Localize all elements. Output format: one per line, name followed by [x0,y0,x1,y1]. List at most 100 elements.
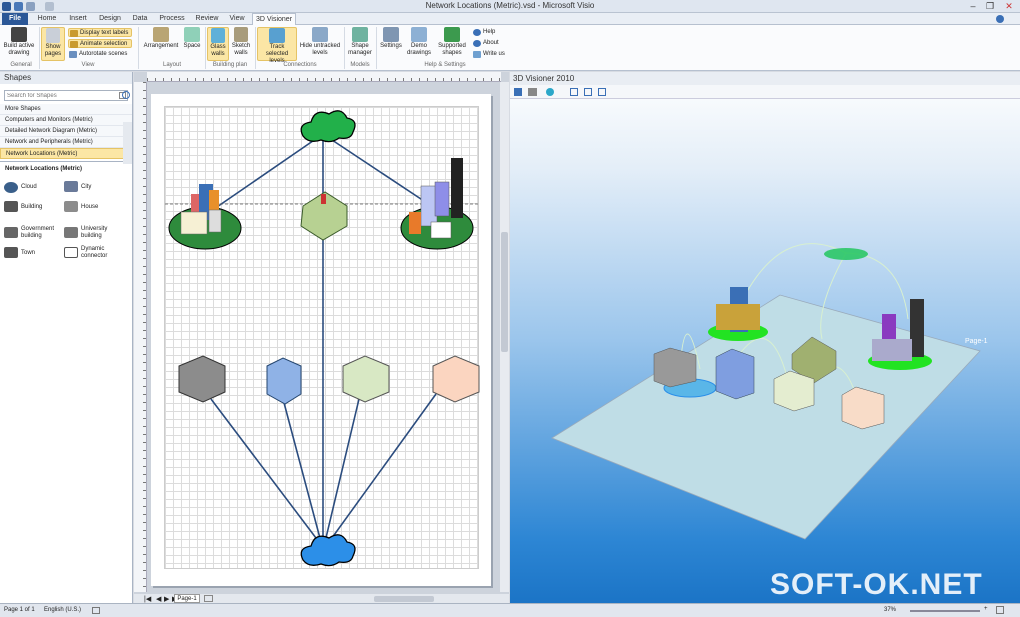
zoom-icon[interactable] [584,88,592,96]
town-left-shape[interactable] [168,184,242,250]
tab-design[interactable]: Design [94,13,126,25]
arrangement-button[interactable]: Arrangement [141,27,181,50]
sketch-walls-label: Sketch walls [231,43,251,56]
government-building-shape[interactable] [342,355,390,403]
close-icon[interactable]: ✕ [1002,0,1016,12]
tab-review[interactable]: Review [192,13,222,25]
3d-cloud-green[interactable] [824,248,868,260]
tab-file[interactable]: File [2,13,28,25]
settings-button[interactable]: Settings [378,27,404,50]
zoom-slider[interactable] [910,610,980,612]
master-dynamic-connector[interactable]: Dynamic connector [64,246,126,262]
group-building-plan-label: Building plan [212,62,248,68]
3d-town-buildings[interactable] [716,304,760,330]
building-gray-shape[interactable] [178,355,226,403]
master-building[interactable]: Building [4,201,62,215]
connector-line[interactable] [322,133,437,210]
master-town[interactable]: Town [4,247,62,261]
scroll-thumb[interactable] [501,232,508,352]
rotate-view-icon[interactable] [598,88,606,96]
zoom-level[interactable]: 37% [884,607,896,613]
cloud-top-shape[interactable] [300,110,356,143]
3d-connector-arc [845,252,909,320]
language-indicator[interactable]: English (U.S.) [44,607,81,613]
macro-icon[interactable] [92,607,100,614]
glass-walls-button[interactable]: Glass walls [207,27,229,61]
3d-scene[interactable]: Page-1 [510,99,1020,603]
track-selected-levels-button[interactable]: Track selected levels [257,27,297,64]
about-button[interactable]: About [472,39,508,48]
master-house[interactable]: House [64,201,124,215]
stencil-computers-monitors[interactable]: Computers and Monitors (Metric) [0,115,132,126]
master-government-building[interactable]: Government building [4,226,64,242]
page-nav-prev-icon[interactable]: ◀ [156,595,161,603]
minimize-icon[interactable]: – [966,0,980,12]
horizontal-scroll-thumb[interactable] [374,596,434,602]
tab-view[interactable]: View [224,13,250,25]
render-icon[interactable] [546,88,554,96]
insert-page-icon[interactable] [204,595,213,602]
shape-search-box[interactable] [4,90,128,101]
fit-page-icon[interactable] [996,606,1004,614]
display-text-labels-button[interactable]: Display text labels [68,28,132,37]
animate-selection-button[interactable]: Animate selection [68,39,132,48]
master-university-building[interactable]: University building [64,226,126,242]
restore-icon[interactable]: ❐ [983,0,997,12]
3d-building-gray[interactable] [653,347,697,388]
tab-data[interactable]: Data [128,13,152,25]
supported-shapes-label: Supported shapes [438,43,466,56]
cloud-bottom-shape[interactable] [300,534,356,567]
fit-view-icon[interactable] [570,88,578,96]
3d-viewer-panel[interactable]: 3D Visioner 2010 Page-1 SOFT-OK.NET [510,72,1020,603]
3d-government-building[interactable] [773,370,815,412]
save-image-icon[interactable] [514,88,522,96]
autorotate-scenes-button[interactable]: Autorotate scenes [68,50,134,59]
3d-city-buildings[interactable] [872,339,912,361]
help-icon[interactable] [996,15,1004,23]
space-button[interactable]: Space [182,27,202,50]
search-icon[interactable] [122,91,130,99]
search-input[interactable] [5,91,105,100]
build-active-drawing-button[interactable]: Build active drawing [2,27,36,57]
help-button[interactable]: Help [472,28,508,37]
house-shape[interactable] [300,191,348,241]
show-pages-button[interactable]: Show pages [41,27,65,61]
tab-process[interactable]: Process [154,13,190,25]
page-nav-next-icon[interactable]: ▶ [164,595,169,603]
master-cloud[interactable]: Cloud [4,181,62,195]
hide-untracked-levels-button[interactable]: Hide untracked levels [299,27,341,57]
window-title: Network Locations (Metric).vsd - Microso… [425,1,595,10]
sketch-walls-button[interactable]: Sketch walls [230,27,252,57]
tab-home[interactable]: Home [32,13,62,25]
city-right-shape[interactable] [400,158,474,250]
3d-building-blue[interactable] [715,348,755,400]
connector-line[interactable] [324,398,360,543]
stencil-scrollbar[interactable] [123,122,132,164]
vertical-scrollbar[interactable] [500,82,509,592]
connector-line[interactable] [328,393,437,543]
demo-drawings-label: Demo drawings [406,43,431,56]
tab-insert[interactable]: Insert [64,13,92,25]
zoom-in-icon[interactable]: + [984,606,988,612]
page-nav-first-icon[interactable]: |◀ [144,595,151,603]
tab-3d-visioner[interactable]: 3D Visioner [252,13,296,25]
stencil-more-shapes[interactable]: More Shapes [0,104,132,115]
print-icon[interactable] [528,88,537,96]
3d-university-building[interactable] [841,386,885,430]
building-blue-shape[interactable] [266,357,302,405]
stencil-network-locations[interactable]: Network Locations (Metric) [0,148,132,159]
connector-line[interactable] [213,133,324,210]
stencil-detailed-network[interactable]: Detailed Network Diagram (Metric) [0,126,132,137]
page-count[interactable]: Page 1 of 1 [4,607,35,613]
page-tab[interactable]: Page-1 [174,594,200,603]
supported-shapes-button[interactable]: Supported shapes [435,27,469,57]
write-us-button[interactable]: Write us [472,50,512,59]
demo-drawings-button[interactable]: Demo drawings [404,27,434,57]
university-building-shape[interactable] [432,355,480,403]
shape-manager-button[interactable]: Shape manager [346,27,374,57]
shapes-panel-title: Shapes [0,72,132,84]
stencil-network-peripherals[interactable]: Network and Peripherals (Metric) [0,137,132,148]
master-city[interactable]: City [64,181,124,195]
build-active-drawing-label: Build active drawing [3,43,35,56]
3d-city-tower[interactable] [910,299,924,357]
